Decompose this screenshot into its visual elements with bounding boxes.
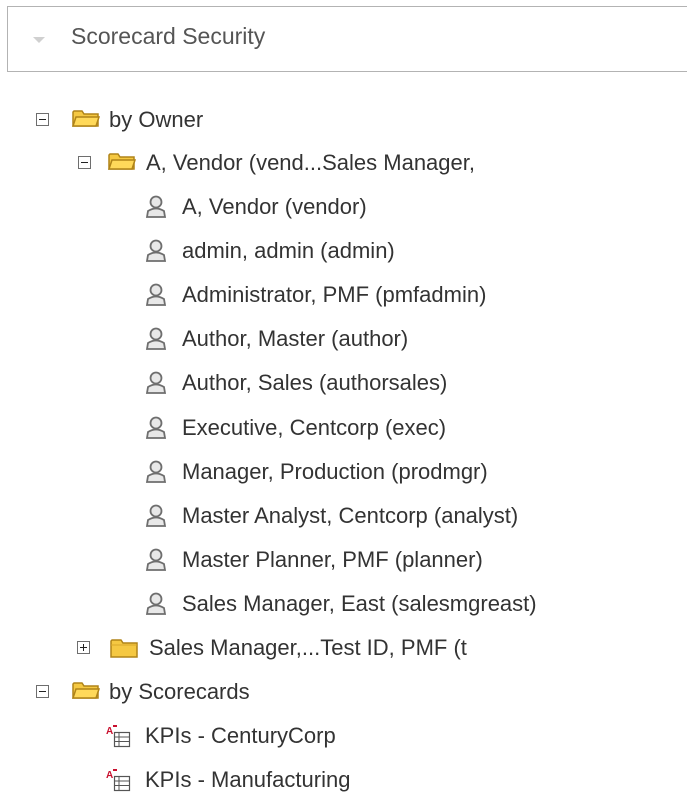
scorecard-icon: A	[106, 769, 131, 792]
tree-user-label[interactable]: Administrator, PMF (pmfadmin)	[182, 282, 486, 308]
tree-scorecard-label[interactable]: KPIs - CenturyCorp	[145, 723, 336, 749]
user-icon	[145, 195, 167, 218]
folder-open-icon	[71, 110, 101, 127]
collapse-arrow-icon[interactable]	[33, 37, 45, 43]
user-icon	[145, 327, 167, 350]
scorecard-security-panel-header[interactable]: Scorecard Security	[7, 6, 687, 72]
user-icon	[145, 416, 167, 439]
scorecard-icon: A	[106, 725, 131, 748]
svg-text:A: A	[106, 726, 113, 737]
user-icon	[145, 283, 167, 306]
user-icon	[145, 460, 167, 483]
tree-user-label[interactable]: Master Analyst, Centcorp (analyst)	[182, 503, 518, 529]
collapse-icon[interactable]	[36, 685, 49, 698]
tree-user-label[interactable]: Manager, Production (prodmgr)	[182, 459, 488, 485]
tree-user-label[interactable]: Sales Manager, East (salesmgreast)	[182, 591, 537, 617]
expand-icon[interactable]	[77, 641, 90, 654]
tree-scorecard-label[interactable]: KPIs - Manufacturing	[145, 767, 350, 793]
collapse-icon[interactable]	[36, 113, 49, 126]
tree-user-label[interactable]: admin, admin (admin)	[182, 238, 395, 264]
panel-title: Scorecard Security	[71, 23, 266, 49]
collapse-icon[interactable]	[78, 156, 91, 169]
tree-user-label[interactable]: Executive, Centcorp (exec)	[182, 415, 446, 441]
tree-user-label[interactable]: Author, Sales (authorsales)	[182, 370, 447, 396]
svg-text:A: A	[106, 770, 113, 781]
user-icon	[145, 504, 167, 527]
user-icon	[145, 592, 167, 615]
user-icon	[145, 371, 167, 394]
tree-node-label[interactable]: Sales Manager,...Test ID, PMF (t	[149, 635, 467, 661]
user-icon	[145, 239, 167, 262]
tree-node-label[interactable]: A, Vendor (vend...Sales Manager,	[146, 150, 475, 176]
folder-icon	[110, 639, 138, 658]
tree-user-label[interactable]: A, Vendor (vendor)	[182, 194, 367, 220]
folder-open-icon	[107, 153, 137, 170]
tree-node-label[interactable]: by Scorecards	[109, 679, 250, 705]
tree-user-label[interactable]: Author, Master (author)	[182, 326, 408, 352]
tree-user-label[interactable]: Master Planner, PMF (planner)	[182, 547, 483, 573]
folder-open-icon	[71, 682, 101, 699]
tree-node-label[interactable]: by Owner	[109, 107, 203, 133]
user-icon	[145, 548, 167, 571]
